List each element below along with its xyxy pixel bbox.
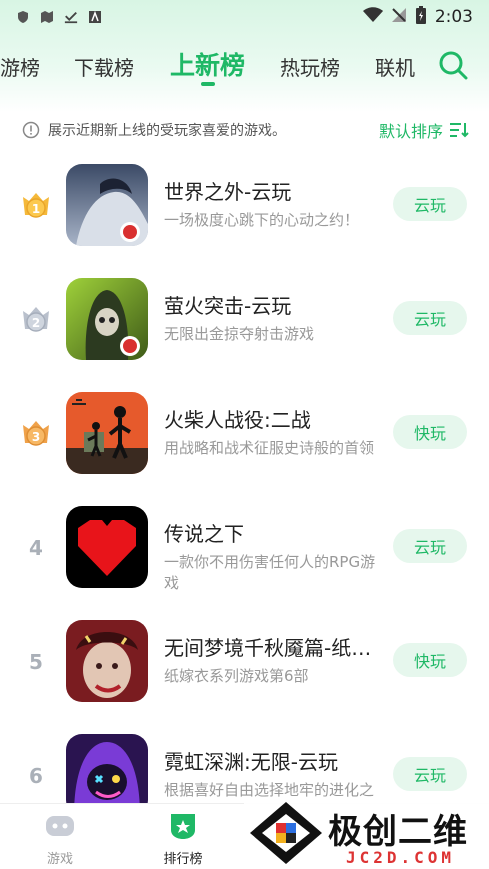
game-desc: 用战略和战术征服史诗般的首领 [164,439,375,457]
rank-number: 4 [29,536,43,560]
wifi-icon [362,7,383,27]
cloud-play-button[interactable]: 云玩 [393,187,467,221]
sort-icon [450,123,469,138]
tab-download-rank[interactable]: 下载榜 [74,52,134,81]
list-item[interactable]: 5 无间梦境千秋魇篇-纸嫁衣5 纸嫁衣系列游戏第6部 快玩 [0,614,489,728]
rank-number: 3 [32,430,40,444]
rank-badge-gold: 1 [18,188,54,224]
ranking-tabs: 游榜 下载榜 上新榜 热玩榜 联机 [0,40,489,92]
notice-text: 展示近期新上线的受玩家喜爱的游戏。 [48,123,286,139]
game-title: 萤火突击-云玩 [164,294,292,318]
app-icon [66,278,148,360]
search-icon [439,51,468,80]
app-notification-icon [88,10,102,24]
game-title: 无间梦境千秋魇篇-纸嫁衣5 [164,636,382,660]
cloud-play-button[interactable]: 云玩 [393,301,467,335]
shield-icon [16,10,30,24]
nav-games[interactable]: 游戏 [30,812,90,867]
app-icon [66,620,148,702]
game-desc: 一场极度心跳下的心动之约！ [164,211,360,229]
list-item[interactable]: 1 世界之外-云玩 一场极度心跳下的心动之约！ 云玩 [0,158,489,272]
battery-icon [415,5,427,29]
sort-button[interactable]: 默认排序 [379,118,469,142]
rank-number: 6 [29,764,43,788]
rank-number: 2 [32,316,40,330]
quick-play-button[interactable]: 快玩 [393,643,467,677]
nav-ranking[interactable]: 排行榜 [153,812,213,867]
rank-number: 1 [32,202,40,216]
game-desc: 无限出金掠夺射击游戏 [164,325,315,343]
cloud-play-button[interactable]: 云玩 [393,529,467,563]
tab-hot-rank[interactable]: 热玩榜 [280,52,340,81]
tab-new-rank[interactable]: 上新榜 [170,46,245,82]
rank-badge-silver: 2 [18,302,54,338]
app-icon [66,506,148,588]
nav-games-label: 游戏 [46,852,73,867]
download-done-icon [64,10,78,24]
watermark-logo-icon [250,802,322,864]
no-signal-icon [391,7,407,27]
watermark: 极创二维 JC2D.COM [244,798,489,869]
status-time: 2:03 [434,7,473,27]
active-tab-indicator [201,82,215,86]
rank-badge-bronze: 3 [18,416,54,452]
watermark-text: 极创二维 [328,812,468,852]
status-bar: 2:03 [0,0,489,34]
nav-ranking-label: 排行榜 [163,852,203,867]
game-title: 霓虹深渊:无限-云玩 [164,750,338,774]
watermark-url: JC2D.COM [346,848,456,867]
tab-game-rank[interactable]: 游榜 [0,52,40,81]
game-title: 世界之外-云玩 [164,180,292,204]
rank-number: 5 [29,650,43,674]
list-item[interactable]: 4 传说之下 一款你不用伤害任何人的RPG游戏 云玩 [0,500,489,614]
list-item[interactable]: 2 萤火突击-云玩 无限出金掠夺射击游戏 云玩 [0,272,489,386]
list-item[interactable]: 3 火柴人战役:二战 用战略和战术征服史诗般的首领 快玩 [0,386,489,500]
tab-multiplayer[interactable]: 联机 [375,52,415,81]
cloud-play-button[interactable]: 云玩 [393,757,467,791]
ranking-icon [171,814,195,839]
sort-label: 默认排序 [378,122,443,141]
game-title: 火柴人战役:二战 [164,408,311,432]
gamepad-icon [46,816,74,836]
app-icon [66,164,148,246]
game-desc: 一款你不用伤害任何人的RPG游戏 [164,553,376,592]
game-desc: 纸嫁衣系列游戏第6部 [164,667,309,685]
map-icon [40,10,54,24]
search-button[interactable] [438,50,468,80]
quick-play-button[interactable]: 快玩 [393,415,467,449]
info-icon [22,121,40,139]
app-icon [66,392,148,474]
game-title: 传说之下 [164,522,244,546]
